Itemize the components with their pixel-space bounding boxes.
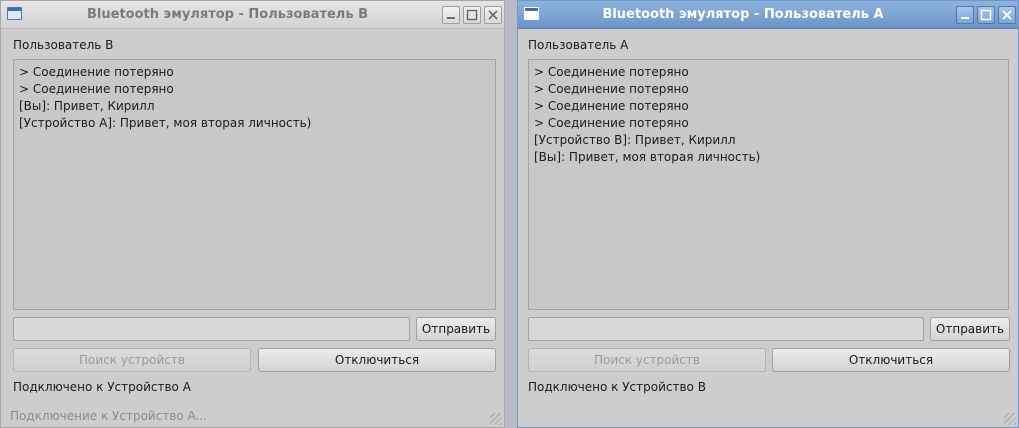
app-window-icon[interactable] (7, 7, 22, 20)
minimize-icon[interactable] (442, 6, 460, 24)
search-devices-button[interactable]: Поиск устройств (528, 348, 766, 372)
title-bar[interactable]: Bluetooth эмулятор - Пользователь A (518, 1, 1018, 29)
user-label: Пользователь B (13, 38, 114, 52)
log-line: > Соединение потеряно (534, 116, 689, 130)
app-window-icon[interactable] (524, 7, 539, 20)
desktop-gap (505, 0, 517, 428)
user-label: Пользователь A (528, 38, 629, 52)
resize-grip[interactable] (490, 413, 502, 425)
search-devices-button[interactable]: Поиск устройств (13, 348, 251, 372)
close-icon[interactable] (998, 6, 1016, 24)
statusbar-message: Подключение к Устройство A... (10, 409, 207, 423)
message-input[interactable] (13, 317, 410, 341)
disconnect-button[interactable]: Отключиться (258, 348, 496, 372)
title-bar[interactable]: Bluetooth эмулятор - Пользователь B (1, 1, 504, 29)
maximize-icon[interactable] (977, 6, 995, 24)
log-line: [Вы]: Привет, Кирилл (19, 99, 155, 113)
resize-grip[interactable] (1004, 413, 1016, 425)
window-title: Bluetooth эмулятор - Пользователь A (602, 7, 884, 22)
close-icon[interactable] (484, 6, 502, 24)
window-title: Bluetooth эмулятор - Пользователь B (87, 7, 368, 22)
log-line: > Соединение потеряно (534, 65, 689, 79)
disconnect-button[interactable]: Отключиться (772, 348, 1010, 372)
chat-log[interactable]: > Соединение потеряно > Соединение потер… (528, 59, 1009, 310)
minimize-icon[interactable] (956, 6, 974, 24)
log-line: > Соединение потеряно (534, 82, 689, 96)
log-line: > Соединение потеряно (534, 99, 689, 113)
log-line: > Соединение потеряно (19, 82, 174, 96)
message-input[interactable] (528, 317, 924, 341)
connection-status: Подключено к Устройство B (528, 380, 706, 394)
chat-log[interactable]: > Соединение потеряно > Соединение потер… (13, 59, 496, 310)
connection-status: Подключено к Устройство A (13, 380, 191, 394)
window-user-b: Bluetooth эмулятор - Пользователь B Поль… (0, 0, 505, 428)
log-line: [Устройство A]: Привет, моя вторая лично… (19, 116, 312, 130)
log-line: [Устройство B]: Привет, Кирилл (534, 133, 736, 147)
send-button[interactable]: Отправить (416, 317, 496, 341)
maximize-icon[interactable] (463, 6, 481, 24)
window-user-a: Bluetooth эмулятор - Пользователь A Поль… (517, 0, 1019, 428)
log-line: [Вы]: Привет, моя вторая личность) (534, 150, 761, 164)
send-button[interactable]: Отправить (930, 317, 1010, 341)
log-line: > Соединение потеряно (19, 65, 174, 79)
